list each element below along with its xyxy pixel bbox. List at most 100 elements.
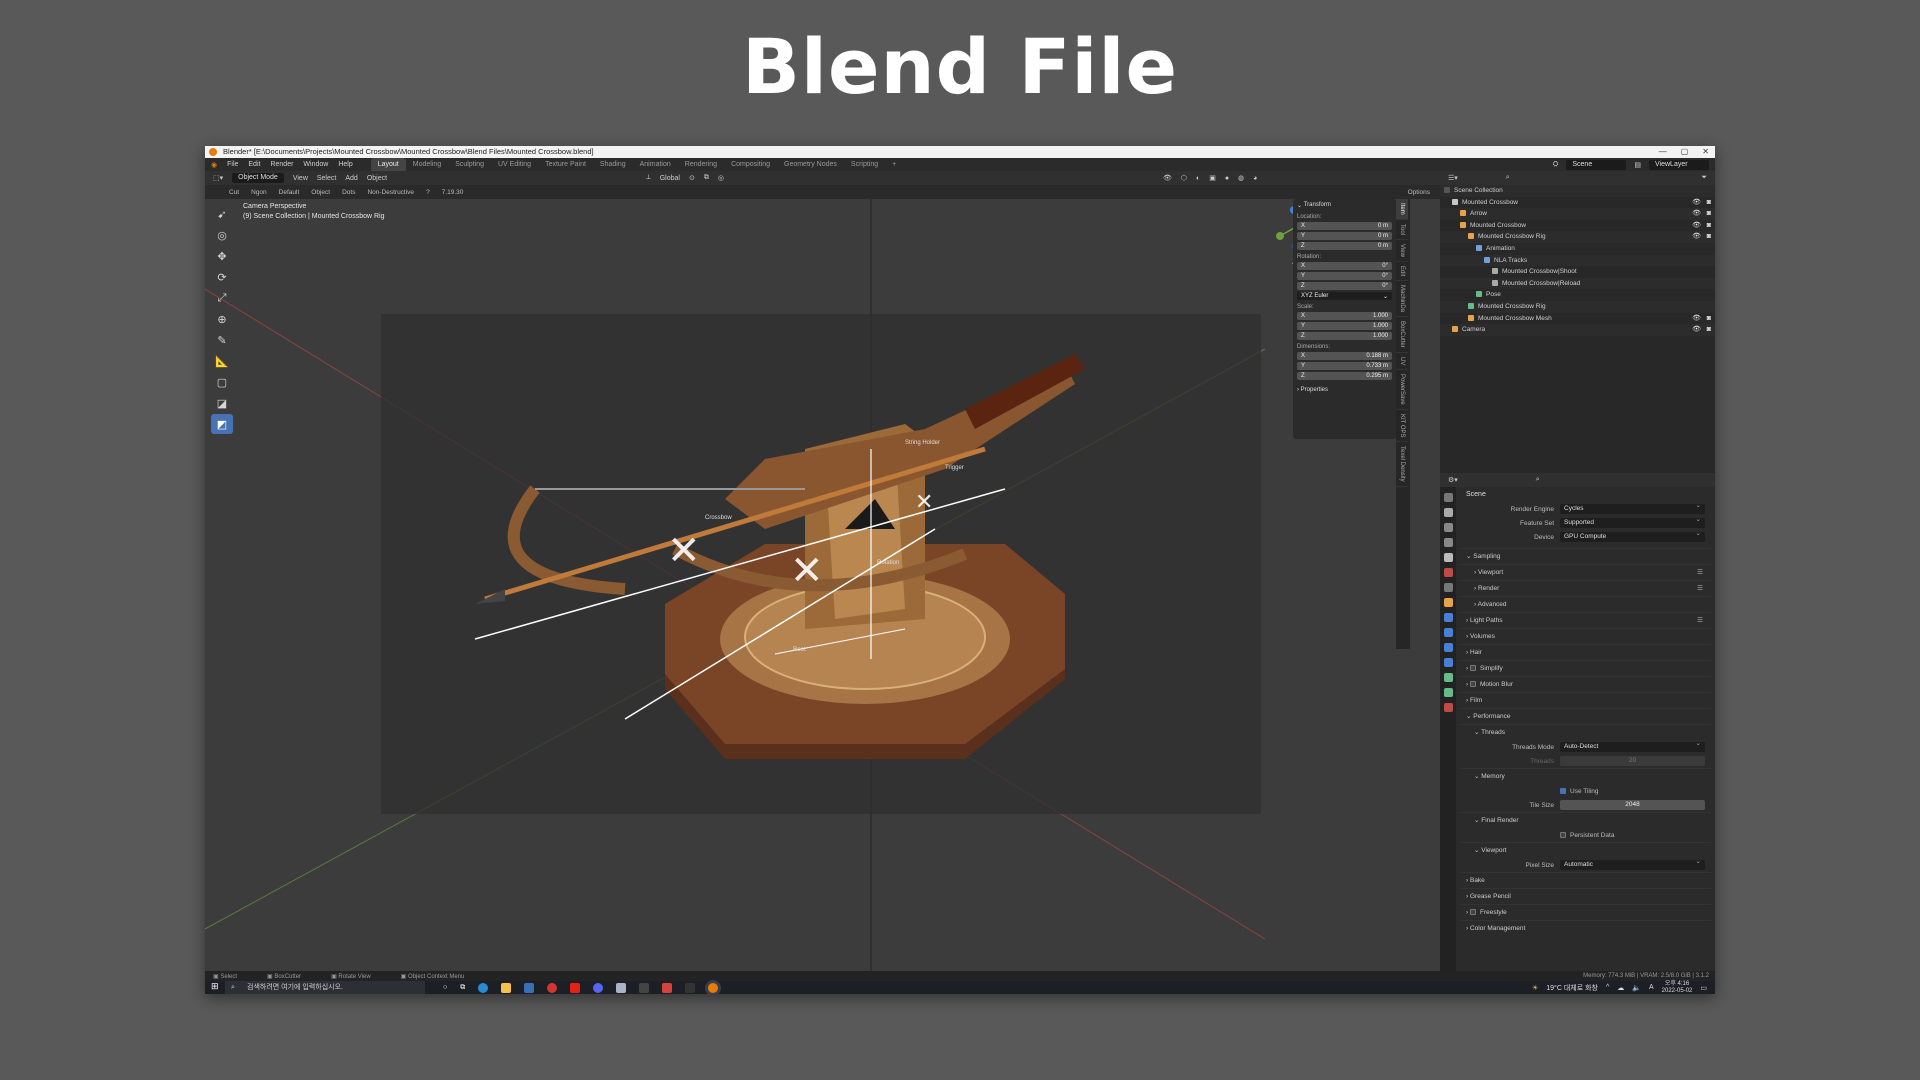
overlay-toggle-icon[interactable]: ◐ — [1196, 175, 1200, 182]
eye-icon[interactable]: 👁 — [1692, 231, 1701, 243]
motion-blur-checkbox[interactable] — [1469, 681, 1476, 687]
threads-panel[interactable]: ⌄ Threads — [1460, 724, 1711, 740]
app-icon[interactable] — [616, 982, 627, 993]
memory-panel[interactable]: ⌄ Memory — [1460, 768, 1711, 784]
view-layer-tab-icon[interactable] — [1443, 538, 1453, 547]
outliner-editor-icon[interactable]: ☰▾ — [1448, 174, 1458, 182]
editor-type-icon[interactable]: ⬚▾ — [213, 174, 223, 182]
dimensions-z-field[interactable]: Z 0.295 m — [1297, 372, 1392, 380]
filter-icon[interactable]: ⏷ — [1701, 174, 1707, 182]
pixel-size-select[interactable]: Automatic — [1560, 857, 1705, 870]
tool-object[interactable]: Object — [311, 189, 330, 196]
threads-mode-select[interactable]: Auto-Detect — [1560, 739, 1705, 752]
tab-powersave[interactable]: PowerSave — [1396, 370, 1408, 410]
visibility-icon[interactable]: 👁 — [1163, 174, 1172, 182]
boxcutter-tool-icon[interactable]: ◪ — [211, 393, 233, 413]
outliner-row[interactable]: Mounted Crossbow Mesh 👁 ◙ — [1440, 313, 1715, 325]
dimensions-y-field[interactable]: Y 0.733 m — [1297, 362, 1392, 370]
tab-modeling[interactable]: Modeling — [406, 158, 448, 171]
menu-render[interactable]: Render — [270, 161, 293, 168]
render-engine-select[interactable]: Cycles — [1560, 501, 1705, 514]
shading-material-icon[interactable]: ◍ — [1238, 174, 1244, 182]
outliner-search-icon[interactable]: ⌕ — [1506, 174, 1510, 182]
network-icon[interactable]: ☁ — [1617, 984, 1624, 992]
snap-icon[interactable]: ⧉ — [704, 174, 709, 182]
close-icon[interactable]: ✕ — [1702, 146, 1709, 158]
location-x-field[interactable]: X0 m — [1297, 222, 1392, 230]
outliner-row[interactable]: Mounted Crossbow|Shoot — [1440, 266, 1715, 278]
physics-tab-icon[interactable] — [1443, 643, 1453, 652]
perf-viewport-panel[interactable]: ⌄ Viewport — [1460, 842, 1711, 858]
grease-pencil-panel[interactable]: › Grease Pencil — [1460, 888, 1711, 904]
constraints-tab-icon[interactable] — [1443, 658, 1453, 667]
view-layer-field[interactable]: ViewLayer — [1649, 159, 1709, 170]
particles-tab-icon[interactable] — [1443, 628, 1453, 637]
outliner-row[interactable]: Mounted Crossbow 👁 ◙ — [1440, 197, 1715, 209]
eye-icon[interactable]: 👁 — [1692, 208, 1701, 220]
clock[interactable]: 오후 4:16 2022-05-02 — [1662, 981, 1693, 994]
sampling-render-panel[interactable]: › Render ☰ — [1460, 580, 1711, 596]
tab-tool[interactable]: Tool — [1396, 220, 1408, 240]
annotate-tool-icon[interactable]: ✎ — [211, 330, 233, 350]
outliner-row[interactable]: Mounted Crossbow|Reload — [1440, 277, 1715, 290]
scale-x-field[interactable]: X 1.000 — [1297, 312, 1392, 320]
properties-subpanel[interactable]: › Properties — [1293, 385, 1396, 395]
tab-edit[interactable]: Edit — [1396, 262, 1408, 281]
scale-z-field[interactable]: Z 1.000 — [1297, 332, 1392, 340]
select-tool-icon[interactable]: ➹ — [211, 204, 233, 224]
terminal-icon[interactable] — [639, 982, 650, 993]
rotation-x-field[interactable]: X 0° — [1297, 262, 1392, 270]
camera-render-icon[interactable]: ◙ — [1707, 208, 1711, 220]
xray-icon[interactable]: ▣ — [1209, 174, 1216, 182]
camera-render-icon[interactable]: ◙ — [1707, 197, 1711, 209]
vscode-icon[interactable] — [685, 982, 696, 993]
collection-tab-icon[interactable] — [1443, 583, 1453, 592]
menu-file[interactable]: File — [227, 161, 238, 168]
bone-tab-icon[interactable] — [1443, 688, 1453, 697]
tab-scripting[interactable]: Scripting — [844, 158, 885, 171]
tool-dots[interactable]: Dots — [342, 189, 355, 196]
outliner-row[interactable]: Pose — [1440, 289, 1715, 301]
tab-uv-editing[interactable]: UV Editing — [491, 158, 538, 171]
tab-view[interactable]: View — [1396, 240, 1408, 262]
transform-tool-icon[interactable]: ⊕ — [211, 309, 233, 329]
eye-icon[interactable]: 👁 — [1692, 220, 1701, 232]
app-red-circle-icon[interactable] — [547, 982, 558, 993]
tab-boxcutter[interactable]: BoxCutter — [1396, 317, 1408, 353]
menu-add[interactable]: Add — [345, 175, 357, 182]
menu-help[interactable]: Help — [338, 161, 352, 168]
camera-render-icon[interactable]: ◙ — [1707, 324, 1711, 336]
modifier-tab-icon[interactable] — [1443, 613, 1453, 622]
final-render-panel[interactable]: ⌄ Final Render — [1460, 812, 1711, 828]
menu-object[interactable]: Object — [367, 175, 387, 182]
tab-compositing[interactable]: Compositing — [724, 158, 777, 171]
tab-texture-paint[interactable]: Texture Paint — [538, 158, 593, 171]
notification-icon[interactable]: ▭ — [1700, 984, 1707, 992]
tab-geometry-nodes[interactable]: Geometry Nodes — [777, 158, 844, 171]
shading-rendered-icon[interactable]: ◕ — [1253, 175, 1257, 182]
weather-text[interactable]: 19°C 대체로 화창 — [1546, 983, 1598, 993]
tab-item[interactable]: Item — [1396, 199, 1408, 220]
blender-taskbar-icon[interactable] — [708, 982, 719, 993]
render-tab-icon[interactable] — [1443, 508, 1453, 517]
windows-start-icon[interactable]: ⊞ — [211, 981, 219, 992]
mode-selector[interactable]: Object Mode — [232, 173, 284, 183]
options-menu[interactable]: Options — [1408, 189, 1430, 196]
menu-select[interactable]: Select — [317, 175, 336, 182]
youtube-icon[interactable] — [570, 982, 581, 993]
rotation-z-field[interactable]: Z 0° — [1297, 282, 1392, 290]
scale-y-field[interactable]: Y 1.000 — [1297, 322, 1392, 330]
measure-tool-icon[interactable]: 📐 — [211, 351, 233, 371]
camera-render-icon[interactable]: ◙ — [1707, 220, 1711, 232]
properties-editor-icon[interactable]: ⚙▾ — [1448, 476, 1458, 484]
help-icon[interactable]: ? — [426, 189, 430, 196]
tile-size-field[interactable]: 2048 — [1560, 800, 1705, 810]
persistent-data-checkbox[interactable] — [1560, 832, 1566, 838]
preset-list-icon[interactable]: ☰ — [1697, 613, 1703, 629]
scale-tool-icon[interactable]: ⤢ — [211, 288, 233, 308]
sampling-viewport-panel[interactable]: › Viewport ☰ — [1460, 564, 1711, 580]
hair-panel[interactable]: › Hair — [1460, 644, 1711, 660]
outliner-row[interactable]: Mounted Crossbow Rig 👁 ◙ — [1440, 231, 1715, 243]
add-workspace-button[interactable]: + — [885, 158, 903, 171]
tab-shading[interactable]: Shading — [593, 158, 633, 171]
